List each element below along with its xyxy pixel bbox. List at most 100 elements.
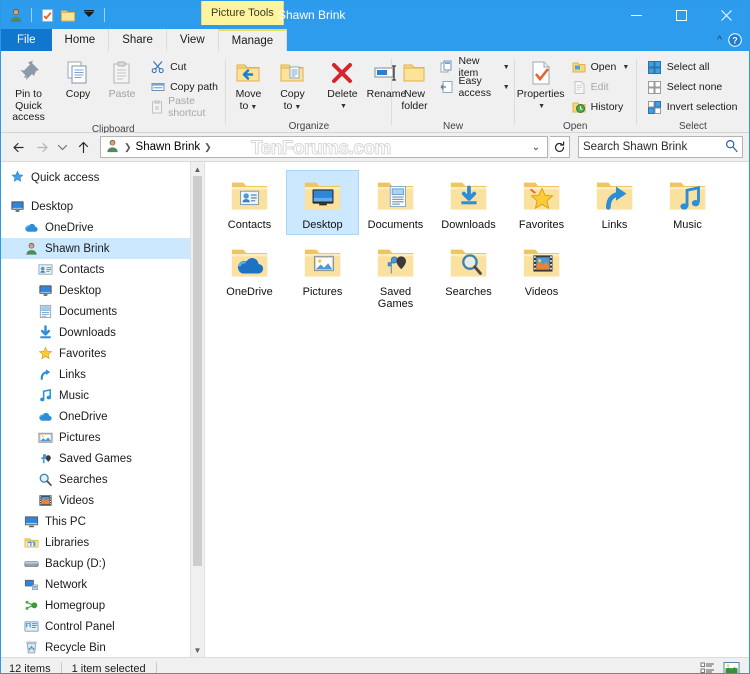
recent-locations-button[interactable]	[55, 136, 70, 158]
file-item-contacts[interactable]: Contacts	[213, 170, 286, 235]
sidebar-item-homegroup[interactable]: Homegroup	[1, 595, 204, 616]
tab-home[interactable]: Home	[51, 29, 110, 51]
search-box[interactable]: Search Shawn Brink	[578, 136, 743, 158]
sidebar-item-control-panel[interactable]: Control Panel	[1, 616, 204, 637]
copy-to-label: Copy to	[280, 88, 305, 112]
sidebar-item-links[interactable]: Links	[1, 364, 204, 385]
sidebar-item-videos[interactable]: Videos	[1, 490, 204, 511]
history-button[interactable]: History	[567, 97, 634, 117]
address-bar[interactable]: ❯ Shawn Brink ❯ TenForums.com ⌄	[100, 136, 548, 158]
close-button[interactable]	[704, 1, 749, 29]
sidebar-item-desktop[interactable]: Desktop	[1, 196, 204, 217]
copy-button[interactable]: Copy	[56, 55, 100, 101]
properties-button[interactable]: Properties ▼	[515, 55, 567, 112]
customize-qat-icon[interactable]	[80, 6, 98, 24]
collapse-ribbon-icon[interactable]: ^	[717, 35, 722, 46]
sidebar-item-shawn-brink[interactable]: Shawn Brink	[1, 238, 204, 259]
new-folder-button[interactable]: New folder	[392, 55, 436, 112]
easy-access-caret-icon[interactable]: ▼	[503, 84, 510, 91]
sidebar-item-documents[interactable]: Documents	[1, 301, 204, 322]
contextual-tab-picture-tools[interactable]: Picture Tools	[201, 1, 284, 25]
sidebar-item-saved-games[interactable]: Saved Games	[1, 448, 204, 469]
sidebar-item-recycle-bin[interactable]: Recycle Bin	[1, 637, 204, 657]
sidebar-item-this-pc[interactable]: This PC	[1, 511, 204, 532]
sidebar-item-onedrive[interactable]: OneDrive	[1, 406, 204, 427]
sidebar-item-searches[interactable]: Searches	[1, 469, 204, 490]
file-item-music[interactable]: Music	[651, 170, 724, 235]
up-button[interactable]	[72, 136, 94, 158]
forward-button[interactable]	[31, 136, 53, 158]
file-item-documents[interactable]: Documents	[359, 170, 432, 235]
select-all-button[interactable]: Select all	[643, 57, 742, 77]
file-item-downloads[interactable]: Downloads	[432, 170, 505, 235]
folder-documents-icon	[376, 174, 416, 216]
sidebar-item-backup-d[interactable]: Backup (D:)	[1, 553, 204, 574]
tab-file[interactable]: File	[1, 29, 52, 51]
copy-to-button[interactable]: Copy to ▼	[270, 55, 314, 113]
sidebar-item-music[interactable]: Music	[1, 385, 204, 406]
delete-caret-icon[interactable]: ▼	[340, 101, 347, 113]
details-view-button[interactable]	[697, 660, 717, 673]
move-to-button[interactable]: Move to ▼	[226, 55, 270, 113]
sidebar-item-quick-access[interactable]: Quick access	[1, 167, 204, 188]
user-account-icon[interactable]	[7, 6, 25, 24]
properties-caret-icon[interactable]: ▼	[538, 101, 545, 113]
search-input[interactable]: Search Shawn Brink	[583, 141, 725, 153]
sidebar-item-contacts[interactable]: Contacts	[1, 259, 204, 280]
file-item-saved-games[interactable]: Saved Games	[359, 237, 432, 314]
sidebar-item-pictures[interactable]: Pictures	[1, 427, 204, 448]
copy-path-button[interactable]: Copy path	[146, 77, 225, 97]
new-folder-icon[interactable]	[59, 6, 77, 24]
address-dropdown-icon[interactable]: ⌄	[527, 142, 545, 153]
sidebar-item-onedrive[interactable]: OneDrive	[1, 217, 204, 238]
tab-manage[interactable]: Manage	[218, 29, 288, 51]
search-icon[interactable]	[725, 139, 738, 155]
file-item-onedrive[interactable]: OneDrive	[213, 237, 286, 314]
breadcrumb-item-shawn-brink[interactable]: Shawn Brink	[136, 141, 201, 153]
tab-share[interactable]: Share	[109, 29, 167, 51]
file-item-links[interactable]: Links	[578, 170, 651, 235]
file-item-searches[interactable]: Searches	[432, 237, 505, 314]
breadcrumb-separator-icon-2[interactable]: ❯	[204, 142, 212, 153]
file-item-desktop[interactable]: Desktop	[286, 170, 359, 235]
open-button[interactable]: Open ▼	[567, 57, 634, 77]
file-item-videos[interactable]: Videos	[505, 237, 578, 314]
file-list-pane[interactable]: Contacts Desktop Documents Downloads Favorit…	[205, 162, 749, 657]
help-icon[interactable]: ?	[728, 33, 742, 47]
sidebar-item-network[interactable]: Network	[1, 574, 204, 595]
back-button[interactable]	[7, 136, 29, 158]
breadcrumb-user-icon[interactable]	[105, 138, 120, 156]
scroll-up-icon[interactable]: ▲	[191, 162, 204, 176]
paste-shortcut-button[interactable]: Paste shortcut	[146, 95, 225, 119]
move-to-caret-icon[interactable]: ▼	[250, 104, 257, 111]
sidebar-item-downloads[interactable]: Downloads	[1, 322, 204, 343]
delete-button[interactable]: Delete ▼	[320, 55, 364, 112]
scroll-down-icon[interactable]: ▼	[191, 643, 204, 657]
new-item-button[interactable]: New item ▼	[436, 55, 513, 79]
sidebar-item-libraries[interactable]: Libraries	[1, 532, 204, 553]
large-icons-view-button[interactable]	[721, 660, 741, 673]
sidebar-item-favorites[interactable]: Favorites	[1, 343, 204, 364]
properties-icon[interactable]	[38, 6, 56, 24]
maximize-button[interactable]	[659, 1, 704, 29]
minimize-button[interactable]	[614, 1, 659, 29]
pin-to-quick-access-button[interactable]: Pin to Quick access	[1, 55, 56, 124]
easy-access-button[interactable]: Easy access ▼	[436, 75, 513, 99]
paste-button[interactable]: Paste	[100, 55, 144, 101]
file-item-pictures[interactable]: Pictures	[286, 237, 359, 314]
copy-to-caret-icon[interactable]: ▼	[294, 104, 301, 111]
tab-view[interactable]: View	[166, 29, 219, 51]
new-item-caret-icon[interactable]: ▼	[503, 64, 510, 71]
file-item-favorites[interactable]: Favorites	[505, 170, 578, 235]
invert-selection-button[interactable]: Invert selection	[643, 97, 742, 117]
file-item-label: OneDrive	[226, 285, 273, 298]
open-caret-icon[interactable]: ▼	[622, 64, 629, 71]
cut-button[interactable]: Cut	[146, 57, 225, 77]
breadcrumb-separator-icon[interactable]: ❯	[124, 142, 132, 153]
scrollbar-thumb[interactable]	[193, 176, 202, 566]
refresh-button[interactable]	[550, 136, 570, 158]
sidebar-item-desktop[interactable]: Desktop	[1, 280, 204, 301]
navigation-scrollbar[interactable]: ▲ ▼	[190, 162, 204, 657]
select-none-button[interactable]: Select none	[643, 77, 742, 97]
edit-button[interactable]: Edit	[567, 77, 634, 97]
